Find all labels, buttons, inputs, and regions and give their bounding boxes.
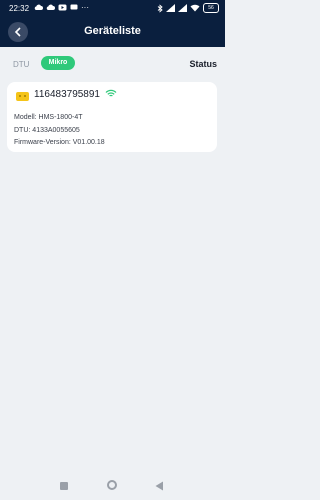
- dtu-value: 4133A0055605: [32, 127, 80, 134]
- home-icon[interactable]: [107, 480, 117, 490]
- youtube-icon: [58, 4, 67, 11]
- message-icon: [70, 4, 78, 10]
- tab-mikro[interactable]: Mikro: [41, 56, 75, 70]
- firmware-row: Firmware-Version: V01.00.18: [14, 139, 105, 146]
- model-label: Modell:: [14, 114, 37, 121]
- signal-icon: [178, 4, 187, 12]
- device-type-tabs: DTU Mikro Status: [0, 47, 225, 75]
- dtu-label: DTU:: [14, 127, 31, 134]
- dtu-row: DTU: 4133A0055605: [14, 127, 80, 134]
- signal-icon: [166, 4, 175, 12]
- system-icons: 56: [157, 3, 219, 13]
- status-column-header: Status: [189, 59, 217, 69]
- inverter-icon: [16, 92, 29, 101]
- bluetooth-icon: [157, 3, 163, 13]
- notification-icons: ···: [34, 3, 89, 12]
- firmware-value: V01.00.18: [72, 139, 105, 146]
- wifi-signal-icon: [105, 89, 117, 97]
- recents-icon[interactable]: [60, 482, 68, 490]
- more-icon: ···: [81, 3, 89, 12]
- wifi-icon: [190, 4, 200, 12]
- back-icon[interactable]: [155, 481, 164, 491]
- device-card[interactable]: 116483795891 Modell: HMS-1800-4T DTU: 41…: [7, 82, 217, 152]
- system-status-bar: 22:32 ··· 56: [0, 0, 225, 17]
- app-bar: Geräteliste: [0, 17, 225, 47]
- device-serial: 116483795891: [34, 89, 100, 100]
- battery-icon: 56: [203, 3, 219, 13]
- cloud-icon: [34, 4, 43, 10]
- system-nav-bar: [0, 476, 225, 500]
- tab-dtu[interactable]: DTU: [13, 60, 29, 69]
- page-title: Geräteliste: [84, 25, 141, 37]
- model-row: Modell: HMS-1800-4T: [14, 114, 83, 121]
- cloud-icon: [46, 4, 55, 10]
- clock: 22:32: [9, 4, 30, 13]
- model-value: HMS-1800-4T: [38, 114, 83, 121]
- firmware-label: Firmware-Version:: [14, 139, 71, 146]
